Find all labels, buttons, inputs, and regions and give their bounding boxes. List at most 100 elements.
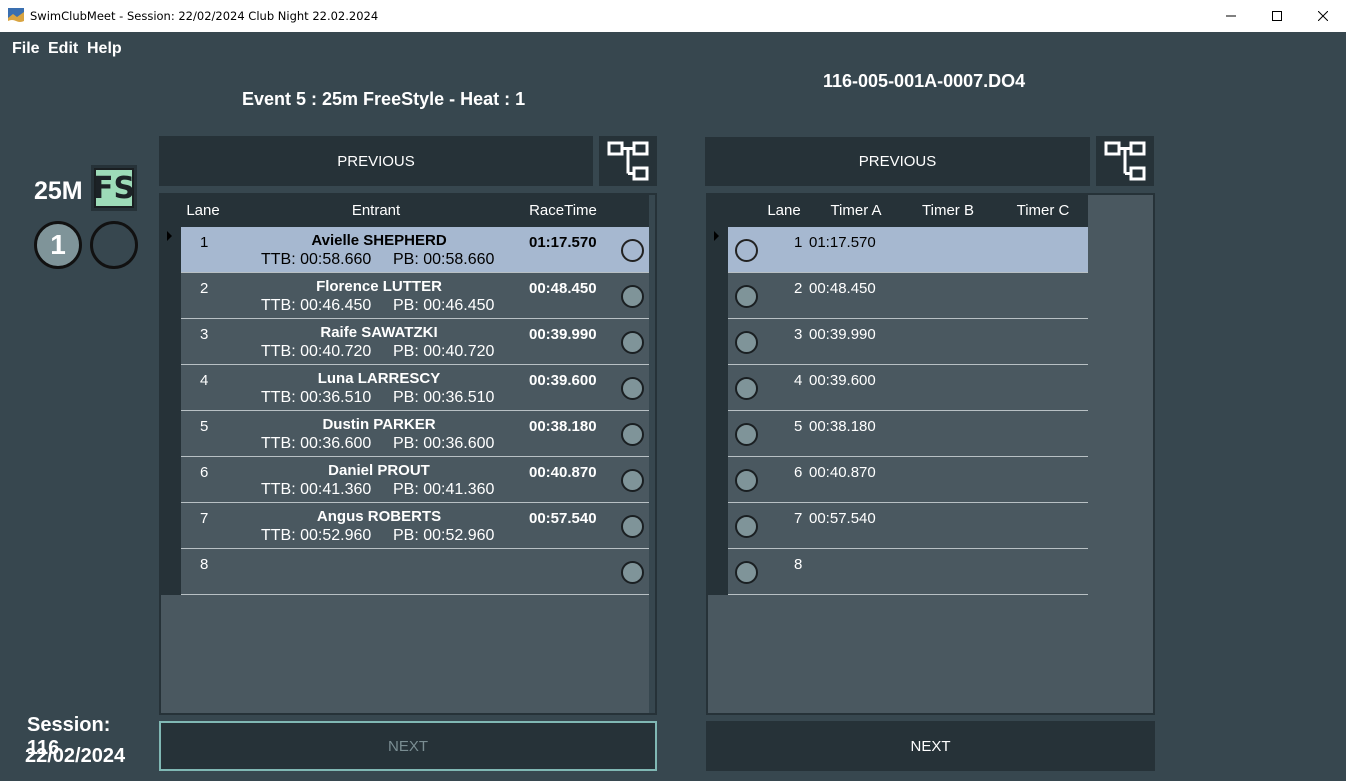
table-row[interactable]: 3 00:39.990	[708, 319, 1088, 365]
row-indicator	[708, 273, 728, 319]
table-row[interactable]: 3 Raife SAWATZKI TTB: 00:40.720 PB: 00:40.7…	[161, 319, 649, 365]
right-previous-button[interactable]: PREVIOUS	[705, 137, 1090, 186]
table-row[interactable]: 2 Florence LUTTER TTB: 00:46.450 PB: 00:46.…	[161, 273, 649, 319]
col-header-entrant[interactable]: Entrant	[321, 202, 431, 219]
left-tree-button[interactable]	[599, 136, 657, 186]
menu-edit[interactable]: Edit	[48, 40, 78, 58]
lane-cell: 1	[794, 234, 803, 251]
table-row[interactable]: 8	[161, 549, 649, 595]
timer-a-cell: 00:48.450	[809, 280, 876, 297]
table-row[interactable]: 4 00:39.600	[708, 365, 1088, 411]
status-indicator-icon[interactable]	[735, 239, 758, 262]
entrant-name: Daniel PROUT	[328, 462, 430, 479]
row-indicator	[161, 227, 181, 273]
status-indicator-icon[interactable]	[621, 239, 644, 262]
col-header-timer-b[interactable]: Timer B	[913, 202, 983, 219]
right-next-button[interactable]: NEXT	[706, 721, 1155, 771]
row-indicator	[161, 457, 181, 503]
row-body: 3 Raife SAWATZKI TTB: 00:40.720 PB: 00:40.7…	[181, 319, 649, 365]
status-indicator-icon[interactable]	[621, 423, 644, 446]
status-indicator-icon[interactable]	[735, 561, 758, 584]
current-row-arrow-icon	[167, 231, 172, 241]
table-row[interactable]: 5 Dustin PARKER TTB: 00:36.600 PB: 00:36.60…	[161, 411, 649, 457]
lane-cell: 4	[794, 372, 803, 389]
lane-cell: 5	[200, 418, 209, 435]
entrants-grid[interactable]: Lane Entrant RaceTime 1 Avielle SHEPHERD T…	[159, 193, 657, 715]
row-indicator	[161, 503, 181, 549]
entrant-name: Raife SAWATZKI	[320, 324, 438, 341]
col-header-racetime[interactable]: RaceTime	[523, 202, 603, 219]
minimize-button[interactable]	[1208, 0, 1254, 32]
timer-a-cell: 00:38.180	[809, 418, 876, 435]
timers-grid-header: Lane Timer A Timer B Timer C	[708, 195, 1088, 227]
table-row[interactable]: 4 Luna LARRESCY TTB: 00:36.510 PB: 00:36.51…	[161, 365, 649, 411]
entrant-ttb: TTB: 00:36.510	[261, 389, 372, 406]
lane-cell: 5	[794, 418, 803, 435]
right-tree-button[interactable]	[1096, 136, 1154, 186]
entrants-grid-scrollbar[interactable]	[649, 195, 655, 713]
menu-file[interactable]: File	[12, 40, 40, 58]
entrant-ttb: TTB: 00:36.600	[261, 435, 372, 452]
event-title: Event 5 : 25m FreeStyle - Heat : 1	[242, 89, 526, 109]
table-row[interactable]: 1 Avielle SHEPHERD TTB: 00:58.660 PB: 00:58…	[161, 227, 649, 273]
status-indicator-icon[interactable]	[735, 285, 758, 308]
status-indicator-icon[interactable]	[735, 377, 758, 400]
lane-cell: 2	[794, 280, 803, 297]
status-indicator-icon[interactable]	[621, 469, 644, 492]
row-body: 4 Luna LARRESCY TTB: 00:36.510 PB: 00:36.51…	[181, 365, 649, 411]
row-body: 3 00:39.990	[728, 319, 1088, 365]
status-indicator-icon[interactable]	[735, 423, 758, 446]
col-header-lane[interactable]: Lane	[763, 202, 805, 219]
row-indicator	[161, 411, 181, 457]
timer-a-cell: 00:40.870	[809, 464, 876, 481]
left-previous-button[interactable]: PREVIOUS	[159, 136, 593, 186]
racetime-cell: 01:17.570	[529, 234, 597, 251]
left-next-button[interactable]: NEXT	[159, 721, 657, 771]
session-date: 22/02/2024	[25, 745, 126, 767]
table-row[interactable]: 7 00:57.540	[708, 503, 1088, 549]
tree-structure-icon	[607, 141, 649, 181]
table-row[interactable]: 1 01:17.570	[708, 227, 1088, 273]
table-row[interactable]: 5 00:38.180	[708, 411, 1088, 457]
table-row[interactable]: 8	[708, 549, 1088, 595]
table-row[interactable]: 6 00:40.870	[708, 457, 1088, 503]
status-indicator-icon[interactable]	[621, 331, 644, 354]
timers-grid[interactable]: Lane Timer A Timer B Timer C 1 01:17.570 2…	[706, 193, 1155, 715]
col-header-timer-a[interactable]: Timer A	[821, 202, 891, 219]
status-indicator-icon[interactable]	[621, 377, 644, 400]
row-body: 7 Angus ROBERTS TTB: 00:52.960 PB: 00:52.96…	[181, 503, 649, 549]
status-indicator-icon[interactable]	[735, 515, 758, 538]
menu-help[interactable]: Help	[87, 40, 122, 58]
row-indicator	[708, 503, 728, 549]
maximize-button[interactable]	[1254, 0, 1300, 32]
close-button[interactable]	[1300, 0, 1346, 32]
entrant-pb: PB: 00:36.600	[393, 435, 495, 452]
tree-structure-icon	[1104, 141, 1146, 181]
status-indicator-icon[interactable]	[735, 331, 758, 354]
lane-cell: 7	[200, 510, 209, 527]
racetime-cell: 00:39.990	[529, 326, 597, 343]
row-indicator	[161, 273, 181, 319]
lane-cell: 3	[794, 326, 803, 343]
lane-cell: 3	[200, 326, 209, 343]
timer-a-cell: 00:57.540	[809, 510, 876, 527]
table-row[interactable]: 2 00:48.450	[708, 273, 1088, 319]
row-body: 5 Dustin PARKER TTB: 00:36.600 PB: 00:36.60…	[181, 411, 649, 457]
status-indicator-icon[interactable]	[621, 561, 644, 584]
status-indicator-icon[interactable]	[735, 469, 758, 492]
col-header-lane[interactable]: Lane	[181, 202, 225, 219]
maximize-icon	[1272, 11, 1282, 21]
lane-cell: 4	[200, 372, 209, 389]
row-indicator	[708, 319, 728, 365]
entrant-name: Angus ROBERTS	[316, 508, 442, 525]
stroke-badge-label: FS	[93, 168, 135, 208]
row-body: 8	[728, 549, 1088, 595]
racetime-cell: 00:57.540	[529, 510, 597, 527]
status-indicator-icon[interactable]	[621, 285, 644, 308]
status-indicator-icon[interactable]	[621, 515, 644, 538]
row-body: 2 Florence LUTTER TTB: 00:46.450 PB: 00:46.…	[181, 273, 649, 319]
table-row[interactable]: 6 Daniel PROUT TTB: 00:41.360 PB: 00:41.360…	[161, 457, 649, 503]
table-row[interactable]: 7 Angus ROBERTS TTB: 00:52.960 PB: 00:52.96…	[161, 503, 649, 549]
col-header-timer-c[interactable]: Timer C	[1008, 202, 1078, 219]
row-indicator	[708, 227, 728, 273]
